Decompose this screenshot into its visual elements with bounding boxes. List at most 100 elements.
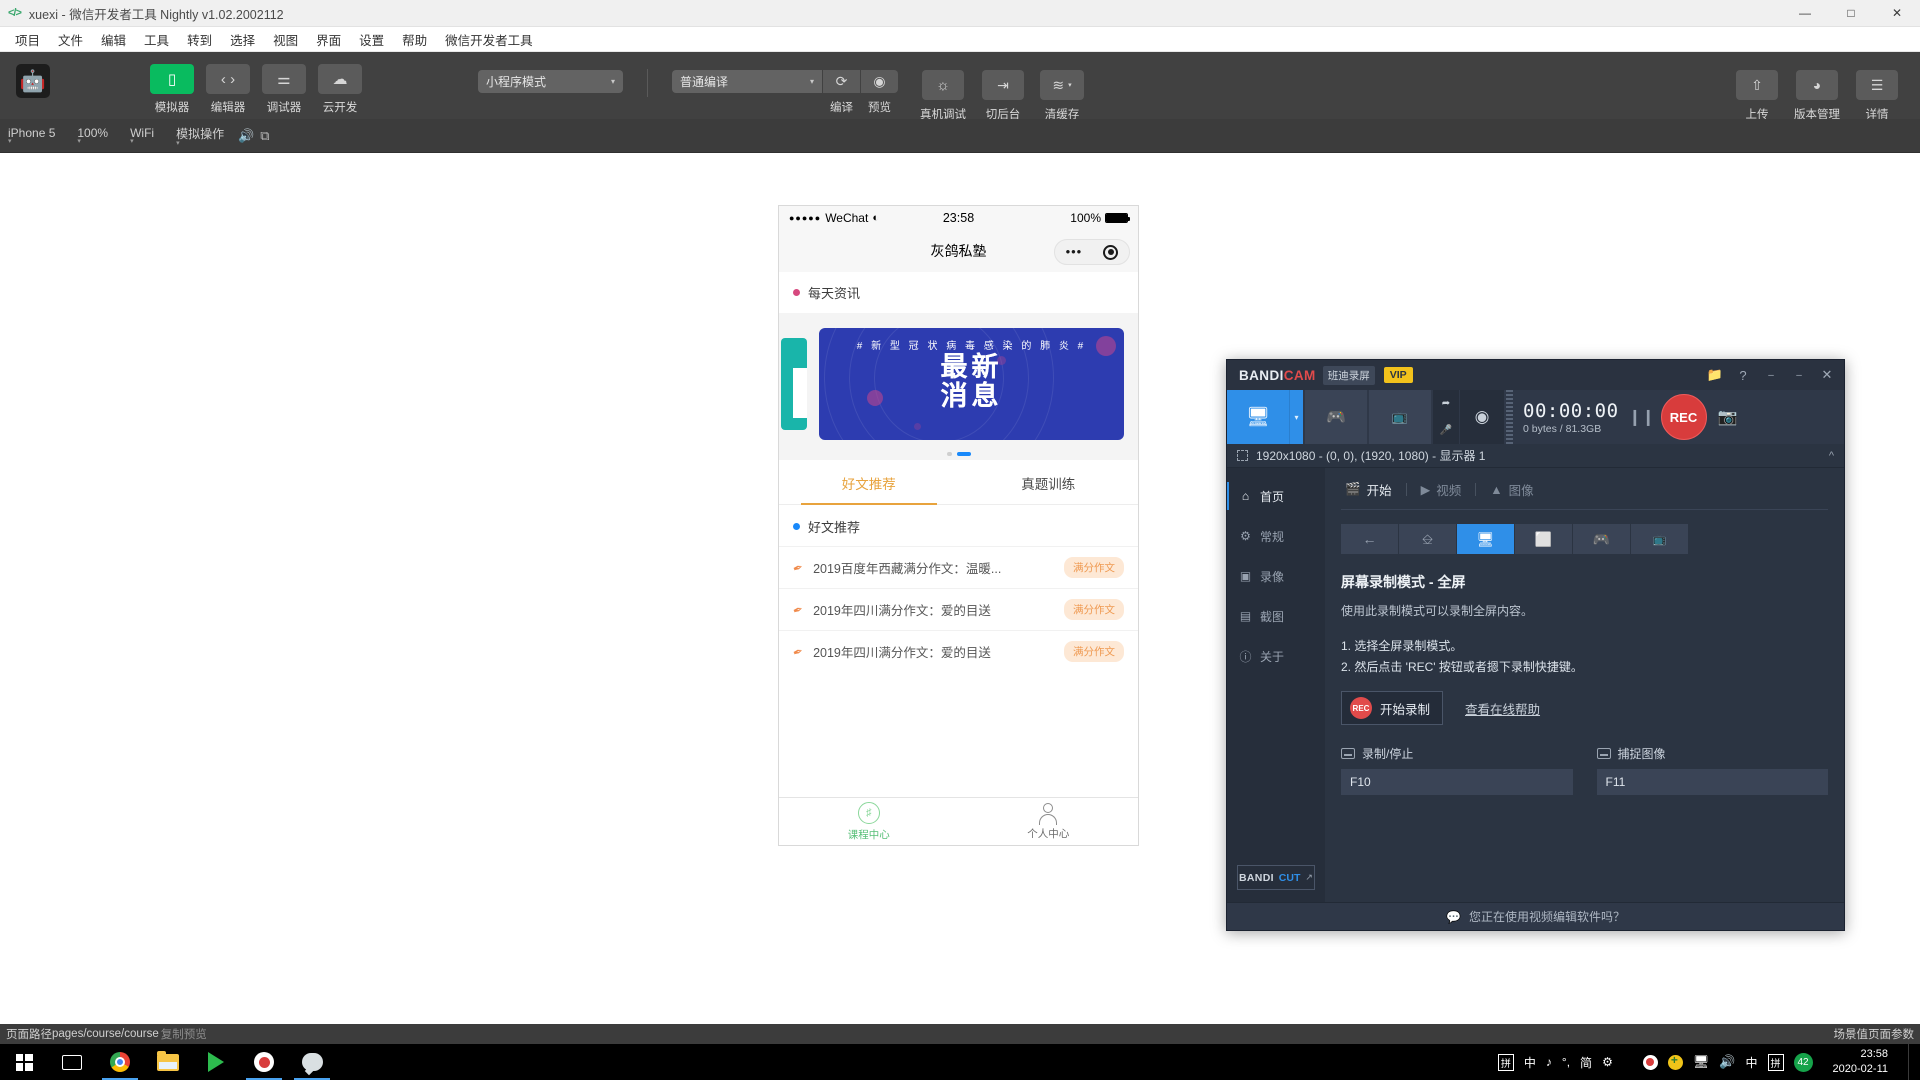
fullscreen-mode-button[interactable]: 🖥 <box>1457 524 1515 554</box>
menu-item-project[interactable]: 项目 <box>6 27 49 52</box>
online-help-link[interactable]: 查看在线帮助 <box>1465 699 1540 718</box>
microphone-icon[interactable]: 🎤 <box>1433 417 1459 444</box>
copy-preview-link[interactable]: 复制预览 <box>161 1026 207 1042</box>
tabbar-item-course[interactable]: ♯ 课程中心 <box>779 798 959 845</box>
speaker-icon[interactable]: 🔊 <box>238 128 254 144</box>
banner-side-card[interactable] <box>781 337 807 430</box>
remote-debug-button[interactable]: ☼ 真机调试 <box>920 70 966 122</box>
upload-button[interactable]: ⇧ 上传 <box>1736 70 1778 122</box>
back-arrow-icon[interactable]: ← <box>1341 524 1399 554</box>
plus-icon[interactable] <box>1667 1053 1683 1070</box>
list-item[interactable]: ✒ 2019百度年西藏满分作文：温暖... 满分作文 <box>779 546 1138 588</box>
carousel-indicators[interactable] <box>779 446 1138 460</box>
version-button[interactable]: ◕ 版本管理 <box>1794 70 1840 122</box>
volume-icon[interactable]: 🔊 <box>1719 1054 1735 1070</box>
taskbar-app-explorer[interactable] <box>144 1044 192 1080</box>
subtab-start[interactable]: 🎬 开始 <box>1341 480 1406 499</box>
camera-icon[interactable]: 📷 <box>1713 390 1743 444</box>
sidebar-item-home[interactable]: ⌂ 首页 <box>1227 476 1325 516</box>
maximize-button[interactable]: □ <box>1828 0 1874 27</box>
start-button[interactable] <box>0 1044 48 1080</box>
taskbar-app-chrome[interactable] <box>96 1044 144 1080</box>
list-item[interactable]: ✒ 2019年四川满分作文：爱的目送 满分作文 <box>779 588 1138 630</box>
menu-item-goto[interactable]: 转到 <box>178 27 221 52</box>
hotkey-capture-input[interactable]: F11 <box>1596 769 1828 795</box>
banner-carousel[interactable]: # 新 型 冠 状 病 毒 感 染 的 肺 炎 # 最新 消息 <box>779 321 1138 446</box>
sidebar-item-image[interactable]: ▤ 截图 <box>1227 596 1325 636</box>
preview-button[interactable]: ◉ 预览 <box>861 70 898 115</box>
ime-mode-cn[interactable]: 中 <box>1524 1054 1536 1071</box>
list-item[interactable]: ✒ 2019年四川满分作文：爱的目送 满分作文 <box>779 630 1138 672</box>
gear-icon[interactable]: ⚙ <box>1602 1055 1613 1069</box>
around-mouse-icon[interactable]: ⬜ <box>1515 524 1573 554</box>
screen-icon[interactable]: 🖥 <box>1693 1054 1710 1070</box>
chevron-down-icon[interactable]: ▾ <box>1289 390 1303 444</box>
screen-record-mode-button[interactable]: 🖥 <box>1227 390 1289 444</box>
menu-item-help[interactable]: 帮助 <box>393 27 436 52</box>
device-record-mode-button[interactable]: 📺 <box>1369 390 1431 444</box>
taskbar-app-devtools[interactable] <box>288 1044 336 1080</box>
ime-pinyin-icon-2[interactable]: 拼 <box>1767 1053 1784 1071</box>
simulator-toggle-button[interactable]: ▯ 模拟器 <box>150 64 194 115</box>
menu-item-settings[interactable]: 设置 <box>350 27 393 52</box>
bandicam-footer[interactable]: 💬 您正在使用视频编辑软件吗？ <box>1227 902 1844 930</box>
tabbar-item-profile[interactable]: 个人中心 <box>959 798 1139 845</box>
rec-button[interactable]: REC <box>1660 394 1707 440</box>
gamepad-icon[interactable]: 🎮 <box>1573 524 1631 554</box>
close-icon[interactable]: ✕ <box>1814 362 1840 388</box>
sidebar-item-video[interactable]: ▣ 录像 <box>1227 556 1325 596</box>
menu-item-interface[interactable]: 界面 <box>307 27 350 52</box>
carousel-dot-active[interactable] <box>956 452 971 456</box>
menu-item-view[interactable]: 视图 <box>264 27 307 52</box>
close-button[interactable]: ✕ <box>1874 0 1920 27</box>
hotkey-record-input[interactable]: F10 <box>1341 769 1573 795</box>
phone-content[interactable]: 每天资讯 # 新 型 冠 状 病 毒 感 染 的 肺 炎 # 最新 消息 好文推… <box>779 272 1138 797</box>
details-button[interactable]: ☰ 详情 <box>1856 70 1898 122</box>
menu-item-tools[interactable]: 工具 <box>135 27 178 52</box>
compile-select[interactable]: 普通编译 ▾ <box>672 70 822 93</box>
ime-simplified-icon[interactable]: 简 <box>1580 1054 1592 1071</box>
minimize-button[interactable]: — <box>1782 0 1828 27</box>
subtab-image[interactable]: ▲ 图像 <box>1476 480 1547 499</box>
target-icon[interactable] <box>1103 244 1119 260</box>
clear-cache-button[interactable]: ≋ ▾ 清缓存 <box>1040 70 1084 122</box>
simulate-action-select[interactable]: 模拟操作 ▾ <box>176 125 224 147</box>
mode-select[interactable]: 小程序模式 ▾ <box>478 70 623 93</box>
start-recording-button[interactable]: REC 开始录制 <box>1341 691 1444 725</box>
webcam-icon[interactable]: ◉ <box>1460 390 1504 444</box>
taskbar-clock[interactable]: 23:58 2020-02-11 <box>1823 1047 1898 1077</box>
question-icon[interactable]: ? <box>1730 362 1756 388</box>
show-desktop-button[interactable] <box>1908 1044 1914 1080</box>
ime-mode-cn-2[interactable]: 中 <box>1746 1054 1758 1071</box>
restore-icon[interactable]: – <box>1786 362 1812 388</box>
rectangle-resize-icon[interactable]: ⎒ <box>1399 524 1457 554</box>
hdmi-icon[interactable]: 📺 <box>1631 524 1689 554</box>
zoom-select[interactable]: 100% ▾ <box>77 126 108 145</box>
ime-moon-icon[interactable]: ♪ <box>1546 1055 1552 1069</box>
folder-icon[interactable]: 📁 <box>1702 362 1728 388</box>
sidebar-item-about[interactable]: ⓘ 关于 <box>1227 636 1325 676</box>
banner-card[interactable]: # 新 型 冠 状 病 毒 感 染 的 肺 炎 # 最新 消息 <box>819 327 1124 440</box>
device-select[interactable]: iPhone 5 ▾ <box>8 126 55 145</box>
debugger-toggle-button[interactable]: ⚌ 调试器 <box>262 64 306 115</box>
menu-item-edit[interactable]: 编辑 <box>92 27 135 52</box>
compile-button[interactable]: ⟳ 编译 <box>823 70 860 115</box>
notification-badge[interactable]: 42 <box>1793 1052 1813 1072</box>
sidebar-item-general[interactable]: ⚙ 常规 <box>1227 516 1325 556</box>
rotate-screen-icon[interactable]: ⧉ <box>260 128 269 144</box>
subtab-video[interactable]: ▶ 视频 <box>1407 480 1476 499</box>
tab-good-articles[interactable]: 好文推荐 <box>779 460 959 505</box>
tab-exam-practice[interactable]: 真题训练 <box>959 460 1139 504</box>
vip-badge[interactable]: VIP <box>1383 367 1413 383</box>
cloud-toggle-button[interactable]: ☁ 云开发 <box>318 64 362 115</box>
taskbar-app-player[interactable] <box>192 1044 240 1080</box>
pause-icon[interactable]: ❙❙ <box>1628 390 1655 444</box>
menu-item-select[interactable]: 选择 <box>221 27 264 52</box>
menu-item-file[interactable]: 文件 <box>49 27 92 52</box>
menu-item-devtools[interactable]: 微信开发者工具 <box>436 27 542 52</box>
minimize-icon[interactable]: – <box>1758 362 1784 388</box>
ime-pinyin-icon[interactable]: 拼 <box>1497 1053 1514 1071</box>
wechat-capsule[interactable]: ••• <box>1054 239 1130 265</box>
bandicut-promo-button[interactable]: BANDI CUT ↗ <box>1237 865 1315 890</box>
network-select[interactable]: WiFi ▾ <box>130 126 154 145</box>
